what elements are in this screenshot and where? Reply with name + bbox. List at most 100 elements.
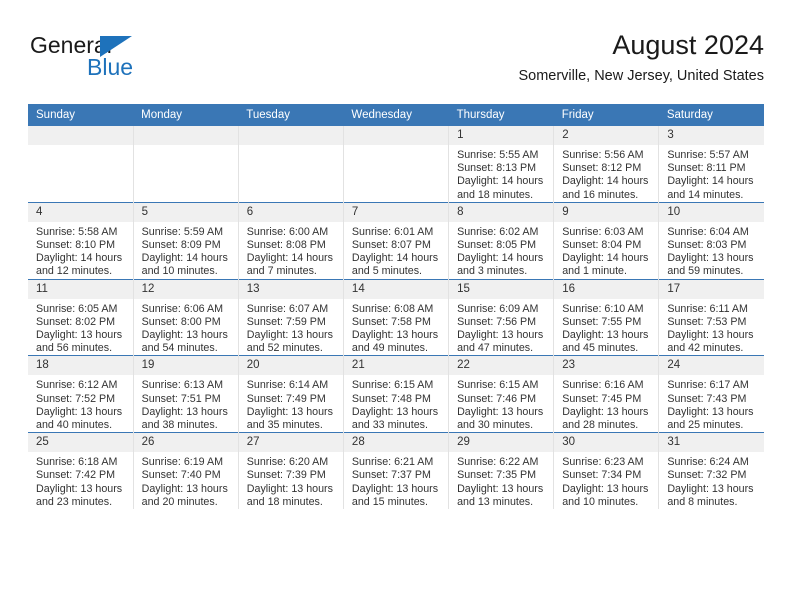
day-details: Sunrise: 6:06 AM Sunset: 8:00 PM Daylight:…: [134, 299, 238, 356]
day-details: Sunrise: 6:16 AM Sunset: 7:45 PM Daylight:…: [554, 375, 658, 432]
calendar-day-cell[interactable]: 29 Sunrise: 6:22 AM Sunset: 7:35 PM Dayligh…: [448, 432, 555, 510]
calendar-day-cell[interactable]: 14 Sunrise: 6:08 AM Sunset: 7:58 PM Dayligh…: [343, 278, 450, 356]
calendar-day-cell[interactable]: 7 Sunrise: 6:01 AM Sunset: 8:07 PM Daylight…: [343, 201, 450, 280]
weekday-header-sunday: Sunday: [28, 104, 134, 126]
calendar-day-cell[interactable]: 2 Sunrise: 5:56 AM Sunset: 8:12 PM Daylight…: [553, 126, 660, 203]
logo-text-blue: Blue: [87, 54, 134, 80]
calendar-week-row: 1 Sunrise: 5:55 AM Sunset: 8:13 PM Daylight…: [28, 126, 764, 203]
calendar-day-cell[interactable]: 5 Sunrise: 5:59 AM Sunset: 8:09 PM Daylight…: [133, 201, 239, 280]
day-number: [133, 126, 238, 145]
daylight-text: Daylight: 13 hours and 42 minutes.: [667, 329, 754, 355]
daylight-text: Daylight: 13 hours and 30 minutes.: [457, 405, 544, 432]
calendar-header-row: Sunday Monday Tuesday Wednesday Thursday…: [28, 104, 764, 126]
sunset-text: Sunset: 7:51 PM: [141, 392, 221, 405]
day-number: 29: [449, 433, 554, 453]
calendar-day-cell[interactable]: 15 Sunrise: 6:09 AM Sunset: 7:56 PM Dayligh…: [448, 278, 555, 356]
weekday-header-friday: Friday: [553, 104, 659, 126]
calendar-day-cell[interactable]: 19 Sunrise: 6:13 AM Sunset: 7:51 PM Dayligh…: [133, 355, 239, 433]
day-details: Sunrise: 5:55 AM Sunset: 8:13 PM Daylight:…: [449, 145, 553, 202]
daylight-text: Daylight: 14 hours and 7 minutes.: [246, 252, 333, 278]
calendar-day-cell[interactable]: 24 Sunrise: 6:17 AM Sunset: 7:43 PM Dayligh…: [658, 355, 764, 433]
daylight-text: Daylight: 14 hours and 12 minutes.: [36, 252, 123, 278]
sunrise-text: Sunrise: 6:22 AM: [457, 456, 539, 469]
day-details: Sunrise: 6:04 AM Sunset: 8:03 PM Daylight:…: [659, 222, 764, 279]
sunrise-text: Sunrise: 6:02 AM: [457, 225, 539, 238]
sunrise-text: Sunrise: 6:08 AM: [351, 302, 434, 315]
day-details: Sunrise: 6:08 AM Sunset: 7:58 PM Daylight:…: [344, 299, 448, 356]
calendar-day-cell[interactable]: 20 Sunrise: 6:14 AM Sunset: 7:49 PM Dayligh…: [238, 355, 344, 433]
calendar-day-cell[interactable]: 1 Sunrise: 5:55 AM Sunset: 8:13 PM Daylight…: [448, 126, 555, 203]
sunrise-text: Sunrise: 6:03 AM: [562, 225, 644, 238]
day-number: 9: [554, 202, 659, 222]
calendar-day-cell[interactable]: 6 Sunrise: 6:00 AM Sunset: 8:08 PM Daylight…: [238, 201, 344, 280]
sunrise-text: Sunrise: 6:19 AM: [141, 456, 224, 469]
calendar-day-cell[interactable]: 22 Sunrise: 6:15 AM Sunset: 7:46 PM Dayligh…: [448, 355, 555, 433]
calendar-day-cell[interactable]: 27 Sunrise: 6:20 AM Sunset: 7:39 PM Dayligh…: [238, 432, 344, 510]
sunset-text: Sunset: 8:04 PM: [562, 239, 642, 252]
day-details: Sunrise: 6:10 AM Sunset: 7:55 PM Daylight:…: [554, 299, 658, 356]
day-details: Sunrise: 6:15 AM Sunset: 7:48 PM Daylight:…: [344, 375, 448, 432]
calendar-page: General Blue August 2024 Somerville, New…: [0, 0, 792, 612]
day-details: Sunrise: 6:01 AM Sunset: 8:07 PM Daylight:…: [344, 222, 448, 279]
daylight-text: Daylight: 13 hours and 49 minutes.: [351, 329, 439, 355]
calendar-day-cell[interactable]: 12 Sunrise: 6:06 AM Sunset: 8:00 PM Dayligh…: [133, 278, 239, 356]
sunrise-text: Sunrise: 6:23 AM: [562, 456, 644, 469]
calendar-day-cell[interactable]: 23 Sunrise: 6:16 AM Sunset: 7:45 PM Dayligh…: [553, 355, 660, 433]
calendar-day-cell[interactable]: 13 Sunrise: 6:07 AM Sunset: 7:59 PM Dayligh…: [238, 278, 344, 356]
sunset-text: Sunset: 7:49 PM: [246, 392, 326, 405]
sunrise-text: Sunrise: 6:06 AM: [141, 302, 224, 315]
day-number: 28: [343, 433, 449, 453]
general-blue-logo[interactable]: General Blue: [30, 34, 210, 90]
calendar-day-cell[interactable]: 10 Sunrise: 6:04 AM Sunset: 8:03 PM Dayligh…: [658, 201, 764, 280]
day-details: Sunrise: 6:17 AM Sunset: 7:43 PM Daylight:…: [659, 375, 764, 432]
sunset-text: Sunset: 8:10 PM: [36, 239, 116, 252]
sunrise-text: Sunrise: 5:58 AM: [36, 225, 118, 238]
calendar-day-cell[interactable]: 3 Sunrise: 5:57 AM Sunset: 8:11 PM Daylight…: [658, 126, 764, 203]
calendar-day-cell[interactable]: 28 Sunrise: 6:21 AM Sunset: 7:37 PM Dayligh…: [343, 432, 450, 510]
daylight-text: Daylight: 13 hours and 54 minutes.: [141, 329, 228, 355]
daylight-text: Daylight: 14 hours and 10 minutes.: [141, 252, 228, 278]
calendar-day-cell[interactable]: 8 Sunrise: 6:02 AM Sunset: 8:05 PM Daylight…: [448, 201, 555, 280]
sunrise-text: Sunrise: 6:24 AM: [667, 456, 749, 469]
sunset-text: Sunset: 7:40 PM: [141, 469, 221, 482]
calendar-day-cell[interactable]: 21 Sunrise: 6:15 AM Sunset: 7:48 PM Dayligh…: [343, 355, 450, 433]
day-number: 15: [449, 279, 554, 299]
daylight-text: Daylight: 14 hours and 18 minutes.: [457, 175, 544, 201]
calendar-day-cell-empty: [133, 126, 239, 203]
day-details: Sunrise: 6:22 AM Sunset: 7:35 PM Daylight:…: [449, 452, 553, 509]
day-details: Sunrise: 6:23 AM Sunset: 7:34 PM Daylight:…: [554, 452, 658, 509]
daylight-text: Daylight: 13 hours and 10 minutes.: [562, 482, 649, 508]
sunset-text: Sunset: 7:56 PM: [457, 315, 537, 328]
sunrise-sunset-calendar: Sunday Monday Tuesday Wednesday Thursday…: [28, 104, 764, 510]
page-header: General Blue August 2024 Somerville, New…: [28, 28, 764, 94]
day-number: [28, 126, 133, 145]
day-number: 6: [238, 202, 343, 222]
calendar-day-cell[interactable]: 4 Sunrise: 5:58 AM Sunset: 8:10 PM Daylight…: [28, 201, 134, 280]
daylight-text: Daylight: 14 hours and 5 minutes.: [351, 252, 439, 278]
sunrise-text: Sunrise: 6:15 AM: [457, 379, 539, 392]
calendar-day-cell[interactable]: 9 Sunrise: 6:03 AM Sunset: 8:04 PM Daylight…: [553, 201, 660, 280]
calendar-day-cell[interactable]: 17 Sunrise: 6:11 AM Sunset: 7:53 PM Dayligh…: [658, 278, 764, 356]
calendar-day-cell[interactable]: 25 Sunrise: 6:18 AM Sunset: 7:42 PM Dayligh…: [28, 432, 134, 510]
daylight-text: Daylight: 13 hours and 47 minutes.: [457, 329, 544, 355]
daylight-text: Daylight: 13 hours and 28 minutes.: [562, 405, 649, 432]
daylight-text: Daylight: 13 hours and 25 minutes.: [667, 405, 754, 432]
calendar-day-cell[interactable]: 31 Sunrise: 6:24 AM Sunset: 7:32 PM Dayligh…: [658, 432, 764, 510]
sunset-text: Sunset: 7:32 PM: [667, 469, 747, 482]
calendar-day-cell[interactable]: 30 Sunrise: 6:23 AM Sunset: 7:34 PM Dayligh…: [553, 432, 660, 510]
sunset-text: Sunset: 7:52 PM: [36, 392, 116, 405]
sunset-text: Sunset: 7:55 PM: [562, 315, 642, 328]
day-number: 3: [659, 126, 764, 145]
calendar-day-cell[interactable]: 11 Sunrise: 6:05 AM Sunset: 8:02 PM Dayligh…: [28, 278, 134, 356]
page-title: August 2024: [612, 30, 764, 60]
calendar-day-cell[interactable]: 26 Sunrise: 6:19 AM Sunset: 7:40 PM Dayligh…: [133, 432, 239, 510]
calendar-day-cell[interactable]: 18 Sunrise: 6:12 AM Sunset: 7:52 PM Dayligh…: [28, 355, 134, 433]
calendar-week-row: 11 Sunrise: 6:05 AM Sunset: 8:02 PM Dayligh…: [28, 278, 764, 356]
weekday-header-tuesday: Tuesday: [238, 104, 344, 126]
day-details: Sunrise: 6:02 AM Sunset: 8:05 PM Daylight:…: [449, 222, 553, 279]
day-number: [238, 126, 343, 145]
daylight-text: Daylight: 13 hours and 8 minutes.: [667, 482, 754, 508]
calendar-day-cell[interactable]: 16 Sunrise: 6:10 AM Sunset: 7:55 PM Dayligh…: [553, 278, 660, 356]
calendar-week-row: 4 Sunrise: 5:58 AM Sunset: 8:10 PM Daylight…: [28, 201, 764, 280]
calendar-week-row: 18 Sunrise: 6:12 AM Sunset: 7:52 PM Dayligh…: [28, 355, 764, 433]
